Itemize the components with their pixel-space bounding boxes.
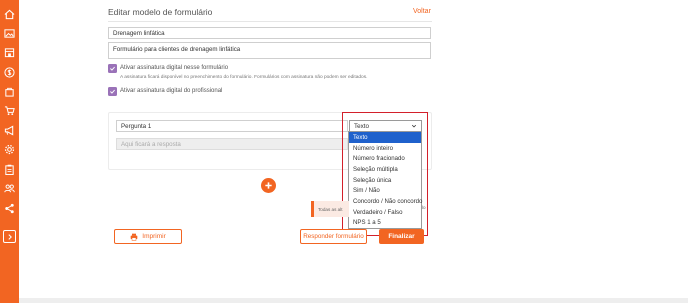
question-title-value: Pergunta 1 [121,122,152,130]
back-link[interactable]: Voltar [413,8,431,15]
bag-icon[interactable] [3,85,16,98]
signature-checkbox-label: Ativar assinatura digital nesse formulár… [120,65,229,71]
question-type-dropdown: Texto Número inteiro Número fracionado S… [348,131,422,230]
footer-strip [19,298,688,303]
option-numero-inteiro[interactable]: Número inteiro [349,143,421,154]
toast-text: Todas as alt [318,206,343,212]
divider [108,21,432,22]
printer-icon [130,233,138,241]
plus-icon [265,182,272,189]
form-name-value: Drenagem linfática [113,29,165,37]
option-concordo[interactable]: Concordo / Não concordo [349,196,422,207]
option-texto[interactable]: Texto [349,132,421,143]
form-description-value: Formulário para clientes de drenagem lin… [113,46,241,53]
form-description-field[interactable]: Formulário para clientes de drenagem lin… [108,42,431,59]
home-icon[interactable] [3,8,16,21]
respond-form-button[interactable]: Responder formulário [300,229,367,244]
form-name-field[interactable]: Drenagem linfática [108,27,431,39]
question-type-selected: Texto [354,122,370,130]
option-nps[interactable]: NPS 1 a 5 [349,218,421,229]
chevron-right-icon [7,233,12,240]
finish-label: Finalizar [388,233,415,240]
chevron-down-icon [411,124,417,128]
gear-icon[interactable] [3,143,16,156]
option-verdadeiro-falso[interactable]: Verdadeiro / Falso [349,207,421,218]
check-icon [110,66,115,71]
finish-button[interactable]: Finalizar [379,229,424,244]
page-title: Editar modelo de formulário [108,7,213,17]
answer-placeholder: Aqui ficará a resposta [121,140,181,148]
check-icon [110,89,115,94]
picture-icon[interactable] [3,27,16,40]
professional-signature-checkbox[interactable] [108,87,117,96]
answer-preview-field: Aqui ficará a resposta [116,138,348,150]
option-sim-nao[interactable]: Sim / Não [349,185,421,196]
users-icon[interactable] [3,182,16,195]
question-title-field[interactable]: Pergunta 1 [116,120,348,132]
sidebar-expand-button[interactable] [3,230,16,243]
respond-label: Responder formulário [303,233,364,240]
add-question-button[interactable] [261,178,276,193]
cart-icon[interactable] [3,104,16,117]
share-icon[interactable] [3,202,16,215]
sidebar [0,0,19,303]
toast-notification: Todas as alt [311,201,349,217]
dollar-icon[interactable] [3,66,16,79]
print-label: Imprimir [142,233,166,240]
clipboard-icon[interactable] [3,163,16,176]
option-numero-fracionado[interactable]: Número fracionado [349,153,421,164]
signature-hint: A assinatura ficará disponível no preenc… [120,75,368,80]
option-selecao-unica[interactable]: Seleção única [349,175,421,186]
print-button[interactable]: Imprimir [114,229,182,244]
store-icon[interactable] [3,46,16,59]
professional-signature-label: Ativar assinatura digital do profissiona… [120,88,223,94]
option-selecao-multipla[interactable]: Seleção múltipla [349,164,421,175]
signature-checkbox[interactable] [108,64,117,73]
megaphone-icon[interactable] [3,124,16,137]
toast-text-end: lo [422,205,426,210]
